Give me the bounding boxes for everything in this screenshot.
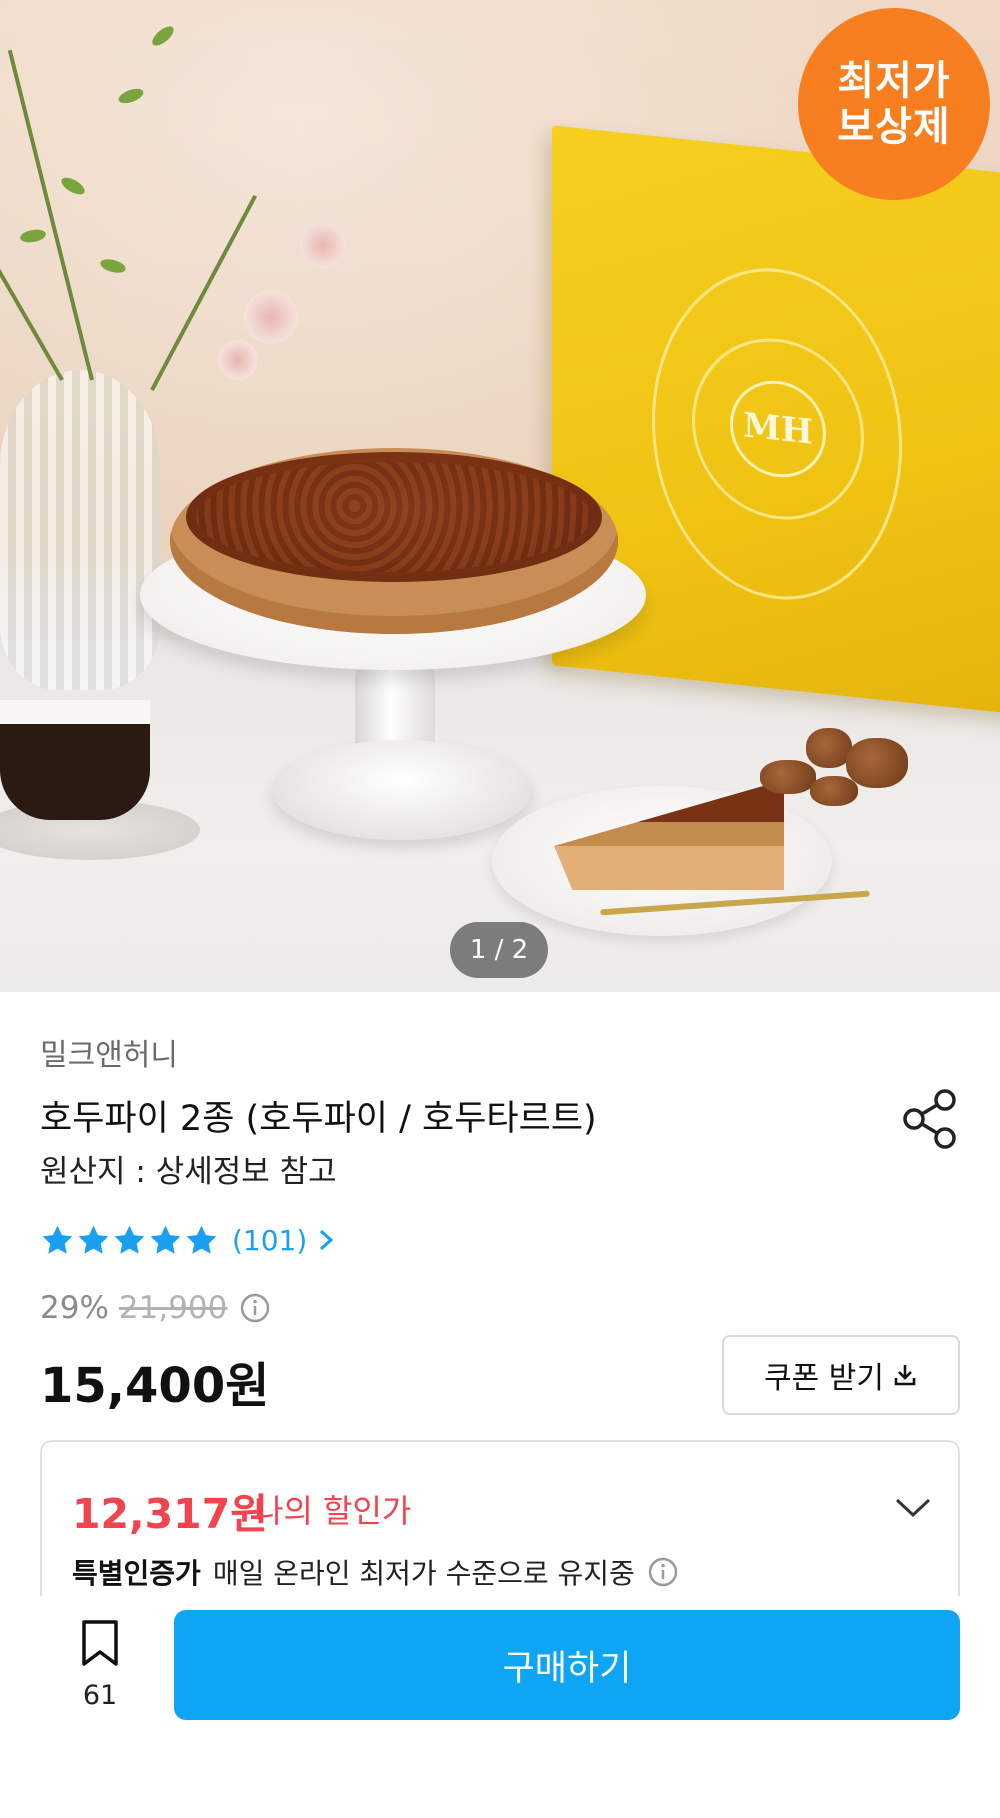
my-discount-label: 나의 할인가	[254, 1492, 412, 1530]
chevron-right-icon	[320, 1229, 334, 1251]
product-image-carousel[interactable]: MH 최저가 보상제 1 / 2	[0, 0, 1000, 992]
certified-price-label: 특별인증가	[72, 1557, 201, 1590]
coupon-button-label: 쿠폰 받기	[764, 1361, 884, 1396]
bottom-action-bar: 61 구매하기	[0, 1596, 1000, 1818]
original-price: 21,900	[118, 1290, 228, 1326]
star-icon	[114, 1225, 145, 1254]
star-icon	[78, 1225, 109, 1254]
share-button[interactable]	[902, 1088, 958, 1150]
discount-rate: 29%	[40, 1290, 109, 1326]
star-icon	[42, 1225, 73, 1254]
bookmark-icon	[82, 1620, 118, 1666]
sale-price: 15,400원	[40, 1358, 270, 1414]
lowest-price-badge: 최저가 보상제	[798, 8, 990, 200]
review-count[interactable]: (101)	[232, 1224, 307, 1257]
bookmark-count: 61	[82, 1680, 118, 1711]
discount-row: 29% 21,900	[40, 1290, 271, 1326]
bookmark-button[interactable]: 61	[68, 1618, 132, 1728]
share-icon	[903, 1089, 956, 1149]
image-page-indicator: 1 / 2	[450, 922, 548, 978]
my-discount-card[interactable]: 12,317원 나의 할인가 특별인증가 매일 온라인 최저가 수준으로 유지중	[40, 1440, 960, 1600]
star-icon	[150, 1225, 181, 1254]
my-discount-price: 12,317원	[72, 1490, 268, 1538]
certified-price-row: 특별인증가 매일 온라인 최저가 수준으로 유지중	[72, 1552, 679, 1592]
brand-name[interactable]: 밀크앤허니	[40, 1030, 178, 1074]
info-icon[interactable]	[647, 1556, 679, 1588]
product-origin: 원산지 : 상세정보 참고	[40, 1154, 337, 1190]
badge-line-2: 보상제	[837, 104, 951, 150]
coupon-button[interactable]: 쿠폰 받기	[722, 1335, 960, 1415]
download-icon	[894, 1365, 916, 1386]
rating-row[interactable]: (101)	[40, 1220, 337, 1260]
certified-price-text: 매일 온라인 최저가 수준으로 유지중	[212, 1557, 635, 1590]
chevron-down-icon[interactable]	[894, 1496, 932, 1520]
star-icon	[186, 1225, 217, 1254]
vase-illustration	[0, 370, 160, 690]
info-icon[interactable]	[239, 1292, 271, 1324]
flower-illustration	[300, 222, 346, 268]
coffee-cup-illustration	[0, 700, 150, 820]
buy-button[interactable]: 구매하기	[174, 1610, 960, 1720]
product-title: 호두파이 2종 (호두파이 / 호두타르트)	[40, 1099, 597, 1139]
badge-line-1: 최저가	[837, 58, 951, 104]
